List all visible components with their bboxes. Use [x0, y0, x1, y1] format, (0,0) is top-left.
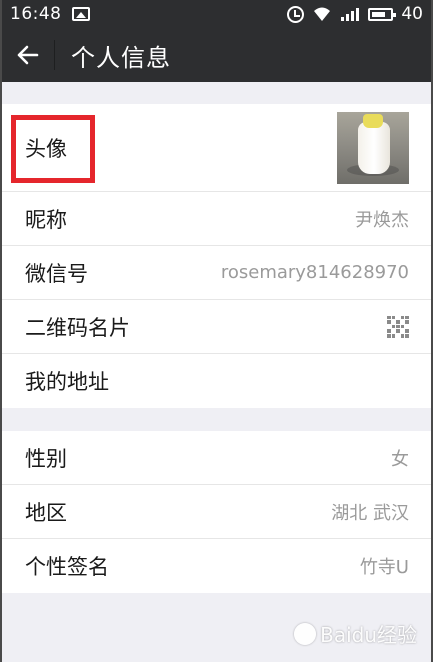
baidu-watermark: Baidu经验 [294, 619, 417, 648]
battery-icon [368, 7, 397, 21]
region-label: 地区 [25, 500, 67, 525]
baidu-paw-icon [294, 622, 317, 645]
address-row[interactable]: 我的地址 [2, 354, 431, 408]
watermark-text: Baidu经验 [320, 623, 417, 647]
page-title: 个人信息 [71, 43, 171, 72]
nickname-label: 昵称 [25, 207, 67, 232]
address-label: 我的地址 [25, 370, 109, 394]
gallery-icon [71, 7, 90, 21]
phone-screen: 16:48 40 个人信息 头像 昵称 尹焕杰 微信号 rosemary8146… [0, 0, 433, 662]
details-group: 性别 女 地区 湖北 武汉 个性签名 竹寺U [2, 431, 431, 593]
title-bar: 个人信息 [2, 28, 431, 82]
signature-row[interactable]: 个性签名 竹寺U [2, 539, 431, 593]
status-icons: 40 [287, 4, 423, 24]
signature-value: 竹寺U [359, 557, 409, 578]
gender-label: 性别 [25, 446, 67, 471]
title-divider [54, 40, 55, 70]
annotation-highlight-box [11, 115, 95, 183]
wechat-id-label: 微信号 [25, 261, 88, 286]
status-bar: 16:48 40 [2, 0, 431, 28]
avatar-cap [363, 113, 383, 128]
nickname-row[interactable]: 昵称 尹焕杰 [2, 192, 431, 246]
qr-code-label: 二维码名片 [25, 315, 130, 340]
signature-label: 个性签名 [25, 555, 109, 579]
signal-icon [340, 6, 360, 22]
alarm-icon [287, 5, 305, 23]
gender-value: 女 [391, 448, 409, 470]
status-time: 16:48 [10, 4, 62, 24]
qr-code-icon [387, 315, 409, 338]
avatar-bottle [358, 121, 390, 174]
qr-code-row[interactable]: 二维码名片 [2, 300, 431, 354]
wifi-icon [312, 6, 332, 22]
wechat-id-row[interactable]: 微信号 rosemary814628970 [2, 246, 431, 300]
avatar [337, 111, 409, 184]
back-button[interactable] [2, 28, 54, 82]
battery-level: 40 [401, 4, 423, 24]
region-row[interactable]: 地区 湖北 武汉 [2, 485, 431, 539]
arrow-left-icon [17, 45, 39, 65]
wechat-id-value: rosemary814628970 [220, 262, 409, 283]
region-value: 湖北 武汉 [331, 502, 409, 524]
nickname-value: 尹焕杰 [355, 209, 409, 231]
gender-row[interactable]: 性别 女 [2, 431, 431, 485]
